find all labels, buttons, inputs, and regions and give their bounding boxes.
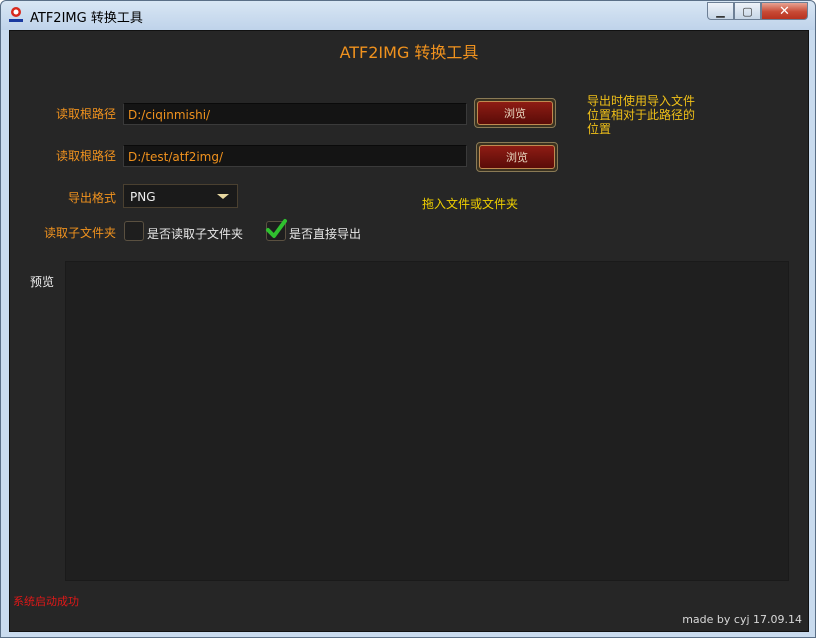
read-path-browse-button[interactable]: 浏览 — [474, 98, 556, 128]
read-path-label: 读取根路径 — [55, 107, 116, 121]
window-title: ATF2IMG 转换工具 — [30, 11, 143, 26]
export-path-browse-button[interactable]: 浏览 — [476, 142, 558, 172]
read-subfolders-label: 是否读取子文件夹 — [147, 227, 244, 241]
export-format-select[interactable]: PNG — [123, 184, 238, 208]
read-path-browse-label: 浏览 — [477, 101, 553, 125]
checkmark-icon — [266, 219, 287, 238]
preview-area — [65, 261, 789, 581]
subfolders-label: 读取子文件夹 — [43, 226, 116, 240]
path-note: 导出时使用导入文件位置相对于此路径的位置 — [587, 94, 696, 136]
chevron-down-icon — [217, 194, 229, 199]
read-subfolders-checkbox[interactable] — [124, 221, 144, 241]
export-format-value: PNG — [130, 190, 156, 204]
drop-hint: 拖入文件或文件夹 — [422, 197, 519, 211]
export-path-label: 读取根路径 — [55, 149, 116, 163]
direct-export-checkbox[interactable] — [266, 219, 287, 241]
minimize-icon: ▁ — [716, 4, 725, 18]
close-button[interactable]: ✕ — [761, 2, 808, 20]
direct-export-label: 是否直接导出 — [289, 227, 362, 241]
export-path-browse-label: 浏览 — [479, 145, 555, 169]
preview-label: 预览 — [30, 275, 55, 289]
minimize-button[interactable]: ▁ — [707, 2, 734, 20]
export-path-input[interactable]: D:/test/atf2img/ — [123, 145, 467, 167]
app-window: ATF2IMG 转换工具 ▁ ▢ ✕ ATF2IMG 转换工具 读取根路径 D:… — [0, 0, 816, 638]
maximize-icon: ▢ — [742, 4, 753, 18]
close-icon: ✕ — [779, 3, 790, 19]
export-format-label: 导出格式 — [67, 191, 116, 205]
title-bar[interactable]: ATF2IMG 转换工具 ▁ ▢ ✕ — [1, 1, 815, 30]
read-path-input[interactable]: D:/ciqinmishi/ — [123, 103, 467, 125]
maximize-button[interactable]: ▢ — [734, 2, 761, 20]
app-heading: ATF2IMG 转换工具 — [339, 43, 479, 62]
main-panel: ATF2IMG 转换工具 读取根路径 D:/ciqinmishi/ 浏览 读取根… — [9, 30, 809, 632]
status-text: 系统启动成功 — [13, 595, 79, 608]
credit-text: made by cyj 17.09.14 — [682, 613, 802, 626]
app-logo-icon — [9, 7, 23, 22]
